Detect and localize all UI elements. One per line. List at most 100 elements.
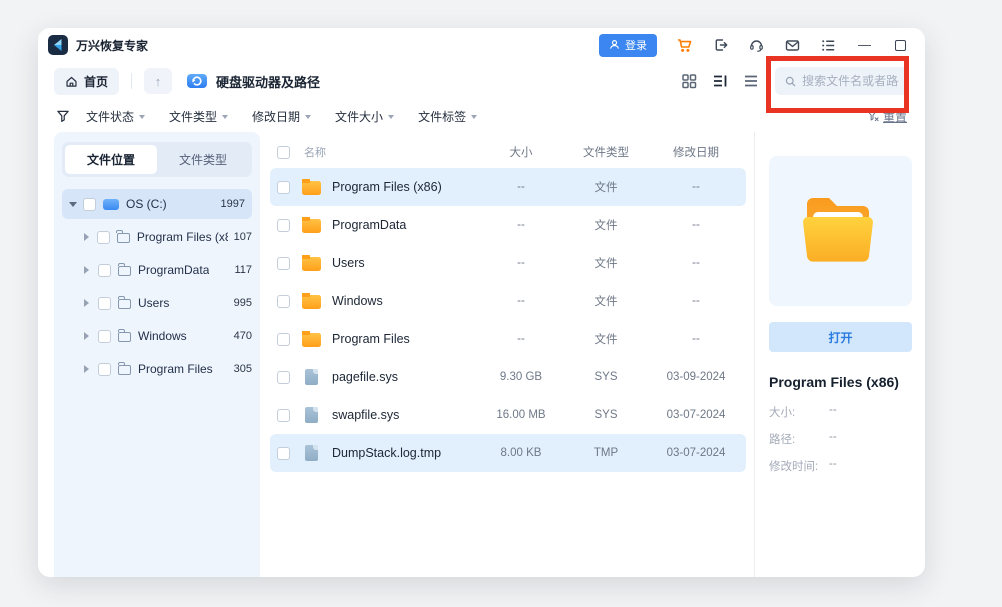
tab-file-location[interactable]: 文件位置 [65,145,157,174]
file-size: 16.00 MB [476,409,566,421]
column-size[interactable]: 大小 [476,144,566,160]
file-name: Users [332,256,365,270]
reset-filter-icon [867,110,879,122]
caret-icon[interactable] [84,233,91,241]
open-button[interactable]: 打开 [769,322,912,352]
table-row[interactable]: DumpStack.log.tmp 8.00 KB TMP 03-07-2024 [270,434,746,472]
table-row[interactable]: ProgramData -- 文件 -- [270,206,746,244]
home-button[interactable]: 首页 [54,68,119,95]
export-icon[interactable] [712,37,729,54]
folder-icon [118,299,131,309]
filter-file-status[interactable]: 文件状态 [86,108,145,125]
file-date: -- [646,295,746,307]
caret-icon[interactable] [84,365,92,373]
item-count: 470 [228,330,252,342]
table-row[interactable]: Users -- 文件 -- [270,244,746,282]
chevron-down-icon [471,115,477,119]
checkbox[interactable] [277,333,290,346]
tree-item-label: Windows [138,329,187,343]
file-icon [305,445,318,461]
caret-icon[interactable] [84,299,92,307]
search-icon [785,75,796,88]
reset-filters-button[interactable]: 重置 [867,108,907,125]
search-box[interactable] [775,67,909,95]
caret-icon[interactable] [84,266,92,274]
table-row[interactable]: Program Files -- 文件 -- [270,320,746,358]
filter-file-type[interactable]: 文件类型 [169,108,228,125]
table-row[interactable]: swapfile.sys 16.00 MB SYS 03-07-2024 [270,396,746,434]
file-date: -- [646,219,746,231]
headset-icon[interactable] [748,37,765,54]
table-header: 名称 大小 文件类型 修改日期 [270,136,746,168]
tree-item-program-files-x86[interactable]: Program Files (x86) 107 [77,222,252,252]
item-count: 995 [228,297,252,309]
folder-icon [302,181,321,195]
table-row[interactable]: Program Files (x86) -- 文件 -- [270,168,746,206]
checkbox[interactable] [277,295,290,308]
checkbox[interactable] [277,447,290,460]
column-name[interactable]: 名称 [302,144,476,160]
file-date: 03-07-2024 [646,447,746,459]
checkbox[interactable] [97,231,110,244]
checkbox[interactable] [277,409,290,422]
titlebar[interactable]: 万兴恢复专家 登录 [38,28,925,62]
tree-item-program-files[interactable]: Program Files 305 [77,354,252,384]
column-date[interactable]: 修改日期 [646,144,746,160]
item-count: 1997 [215,198,245,210]
folder-icon [118,365,131,375]
drive-scan-icon [186,71,208,91]
checkbox[interactable] [98,297,111,310]
list-detail-view-icon-active[interactable] [712,73,728,89]
page-title: 硬盘驱动器及路径 [216,72,320,91]
minimize-button[interactable]: — [856,37,873,54]
filter-modified-date[interactable]: 修改日期 [252,108,311,125]
filter-file-size[interactable]: 文件大小 [335,108,394,125]
file-type: 文件 [566,331,646,347]
checkbox[interactable] [277,371,290,384]
file-type: TMP [566,447,646,459]
cart-icon[interactable] [676,37,693,54]
compact-list-view-icon[interactable] [743,73,759,89]
home-label: 首页 [84,73,108,90]
file-name: ProgramData [332,218,406,232]
search-input[interactable] [802,74,899,88]
file-name: pagefile.sys [332,370,398,384]
caret-icon[interactable] [84,332,92,340]
filter-file-tag[interactable]: 文件标签 [418,108,477,125]
tree-item-windows[interactable]: Windows 470 [77,321,252,351]
chevron-down-icon [222,115,228,119]
checkbox[interactable] [98,264,111,277]
tab-file-type[interactable]: 文件类型 [157,145,249,174]
user-icon [609,39,620,50]
tree-item-os-c[interactable]: OS (C:) 1997 [62,189,252,219]
tree-item-label: OS (C:) [126,197,167,211]
checkbox[interactable] [83,198,96,211]
table-row[interactable]: Windows -- 文件 -- [270,282,746,320]
tree-item-label: Users [138,296,169,310]
table-row[interactable]: pagefile.sys 9.30 GB SYS 03-09-2024 [270,358,746,396]
grid-view-icon[interactable] [681,73,697,89]
caret-icon[interactable] [69,202,77,207]
folder-icon [302,257,321,271]
sidebar: 文件位置 文件类型 OS (C:) 1997 Program Files (x8… [54,132,260,577]
chevron-down-icon [388,115,394,119]
checkbox[interactable] [98,363,111,376]
column-type[interactable]: 文件类型 [566,144,646,160]
file-date: 03-09-2024 [646,371,746,383]
login-button[interactable]: 登录 [599,34,657,57]
select-all-checkbox[interactable] [277,146,290,159]
tree-item-users[interactable]: Users 995 [77,288,252,318]
checkbox[interactable] [277,219,290,232]
file-name: Program Files (x86) [332,180,442,194]
navigate-up-button[interactable]: ↑ [144,68,172,94]
mail-icon[interactable] [784,37,801,54]
checkbox[interactable] [277,257,290,270]
tree-item-programdata[interactable]: ProgramData 117 [77,255,252,285]
folder-icon [302,295,321,309]
checkbox[interactable] [277,181,290,194]
file-name: Windows [332,294,383,308]
maximize-button[interactable] [892,37,909,54]
checkbox[interactable] [98,330,111,343]
menu-list-icon[interactable] [820,37,837,54]
filter-funnel-icon[interactable] [56,109,70,123]
